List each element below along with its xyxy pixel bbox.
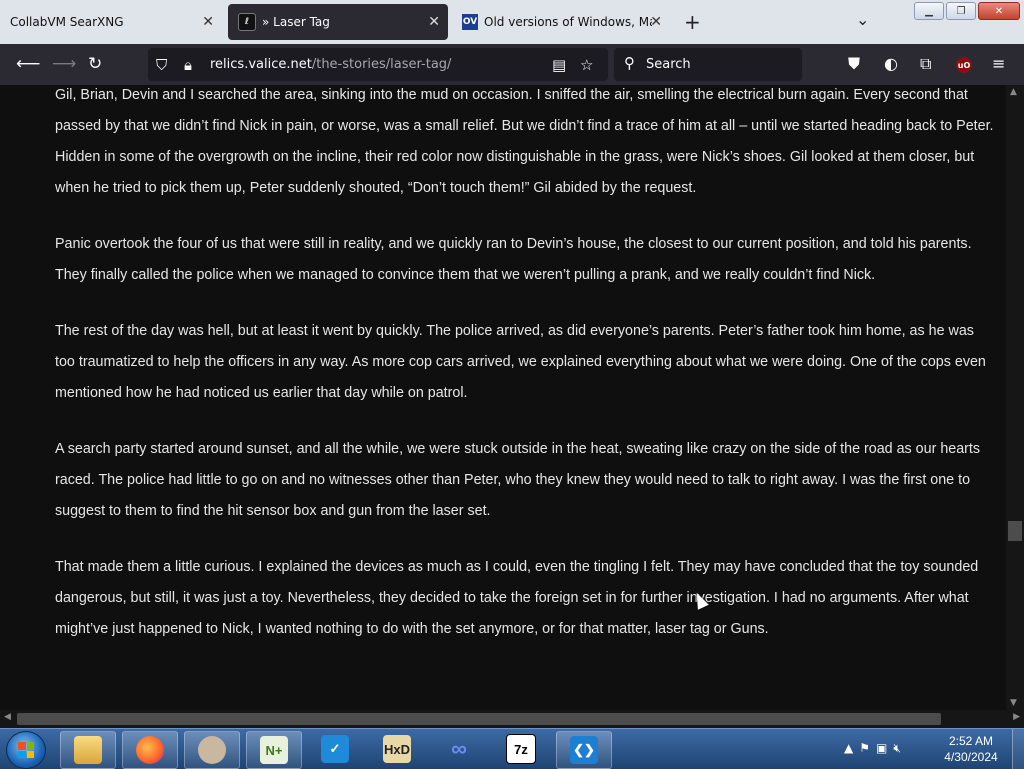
reload-icon[interactable]: ↻ (88, 54, 102, 74)
maximize-button[interactable]: ❐ (946, 2, 976, 20)
tab-old-versions[interactable]: OV Old versions of Windows, Mac ✕ (452, 2, 670, 42)
paragraph: Panic overtook the four of us that were … (55, 236, 972, 283)
page-content[interactable]: Gil, Brian, Devin and I searched the are… (0, 85, 1006, 710)
reader-view-icon[interactable]: ▤ (552, 56, 566, 74)
pocket-icon[interactable]: ⛊ (848, 54, 860, 74)
search-placeholder: Search (646, 57, 691, 72)
oldversion-favicon-icon: OV (462, 14, 478, 30)
tab-title: CollabVM SearXNG (10, 15, 124, 29)
clock-date: 4/30/2024 (944, 750, 998, 764)
network-icon[interactable]: ▣ (876, 741, 887, 756)
taskbar-infinity-app[interactable]: ∞ (432, 731, 486, 767)
tab-laser-tag[interactable]: ℓ » Laser Tag ✕ (228, 4, 448, 40)
taskbar-firefox[interactable] (122, 731, 178, 769)
windows-logo-icon (18, 742, 34, 758)
vscode-icon: ❮❯ (570, 736, 598, 764)
horizontal-scroll-thumb[interactable] (17, 713, 941, 725)
taskbar-notepad-plus-plus[interactable]: N+ (246, 731, 302, 769)
scroll-right-arrow-icon[interactable]: ▶ (1013, 712, 1020, 722)
clock-time: 2:52 AM (948, 734, 994, 748)
notepad-plus-plus-icon: N+ (260, 736, 288, 764)
scroll-left-arrow-icon[interactable]: ◀ (4, 712, 11, 722)
site-favicon-icon: ℓ (238, 13, 256, 31)
system-clock[interactable]: 2:52 AM 4/30/2024 (936, 733, 1006, 765)
menu-hamburger-icon[interactable]: ≡ (992, 54, 1005, 73)
hxd-icon: HxD (383, 735, 411, 763)
paragraph: That made them a little curious. I expla… (55, 559, 979, 637)
search-icon: ⚲ (624, 54, 635, 72)
new-tab-plus-icon[interactable]: + (684, 10, 701, 34)
tab-title: Old versions of Windows, Mac (484, 15, 652, 29)
story-article: Gil, Brian, Devin and I searched the are… (55, 85, 995, 670)
close-tab-icon[interactable]: ✕ (428, 14, 440, 30)
address-bar[interactable]: ⛉ 🔒︎ relics.valice.net/the-stories/laser… (148, 48, 608, 81)
window-controls: ▁ ❐ ✕ (914, 2, 1020, 20)
tab-collabvm-searxng[interactable]: CollabVM SearXNG ✕ (0, 2, 222, 42)
show-hidden-icons-icon[interactable]: ▲ (844, 741, 853, 756)
taskbar: N+ ✓ HxD ∞ 7z ❮❯ ▲ ⚑ ▣ 🔇︎ 2:52 AM 4/30/2… (0, 728, 1024, 769)
lock-icon[interactable]: 🔒︎ (184, 56, 192, 74)
close-tab-icon[interactable]: ✕ (202, 14, 214, 30)
portrait-icon (198, 736, 226, 764)
paragraph: A search party started around sunset, an… (55, 441, 981, 519)
taskbar-file-explorer[interactable] (60, 731, 116, 769)
url-path: /the-stories/laser-tag/ (311, 57, 452, 72)
checkmark-app-icon: ✓ (321, 735, 349, 763)
system-tray: ▲ ⚑ ▣ 🔇︎ (844, 741, 901, 756)
search-input[interactable]: ⚲ Search (614, 48, 802, 81)
url-host: relics.valice.net (210, 57, 312, 72)
action-center-flag-icon[interactable]: ⚑ (859, 741, 870, 756)
show-desktop-button[interactable] (1012, 729, 1024, 769)
forward-arrow-icon[interactable]: ⟶ (52, 54, 76, 74)
taskbar-vscode[interactable]: ❮❯ (556, 731, 612, 769)
vertical-scroll-thumb[interactable] (1008, 521, 1022, 541)
taskbar-user-avatar-app[interactable] (184, 731, 240, 769)
folder-icon (74, 736, 102, 764)
minimize-button[interactable]: ▁ (914, 2, 944, 20)
scroll-up-arrow-icon[interactable]: ▲ (1010, 87, 1017, 97)
account-avatar-icon[interactable]: ◐ (884, 54, 898, 73)
taskbar-hxd[interactable]: HxD (370, 731, 424, 767)
ublock-origin-icon[interactable]: uO (956, 57, 972, 73)
paragraph: The rest of the day was hell, but at lea… (55, 323, 986, 401)
navigation-toolbar: ⟵ ⟶ ↻ ⛉ 🔒︎ relics.valice.net/the-stories… (0, 44, 1024, 85)
close-window-button[interactable]: ✕ (978, 2, 1020, 20)
start-button[interactable] (6, 731, 46, 769)
taskbar-task-app[interactable]: ✓ (308, 731, 362, 767)
bookmark-star-icon[interactable]: ☆ (580, 56, 593, 74)
firefox-icon (136, 736, 164, 764)
scroll-down-arrow-icon[interactable]: ▼ (1010, 698, 1017, 708)
close-tab-icon[interactable]: ✕ (650, 14, 662, 30)
paragraph: Gil, Brian, Devin and I searched the are… (55, 87, 994, 196)
url-text[interactable]: relics.valice.net/the-stories/laser-tag/ (210, 57, 451, 72)
shield-icon[interactable]: ⛉ (156, 56, 167, 74)
7zip-icon: 7z (506, 734, 536, 764)
back-arrow-icon[interactable]: ⟵ (16, 54, 40, 74)
tab-title: » Laser Tag (262, 15, 330, 29)
infinity-icon: ∞ (451, 736, 467, 761)
tab-strip: CollabVM SearXNG ✕ ℓ » Laser Tag ✕ OV Ol… (0, 0, 1024, 44)
list-all-tabs-chevron-icon[interactable]: ⌄ (856, 10, 869, 29)
vertical-scrollbar[interactable]: ▲ ▼ (1006, 85, 1024, 710)
volume-muted-icon[interactable]: 🔇︎ (893, 741, 901, 756)
taskbar-7zip[interactable]: 7z (494, 731, 548, 767)
extensions-puzzle-icon[interactable]: ⧉ (920, 54, 931, 74)
